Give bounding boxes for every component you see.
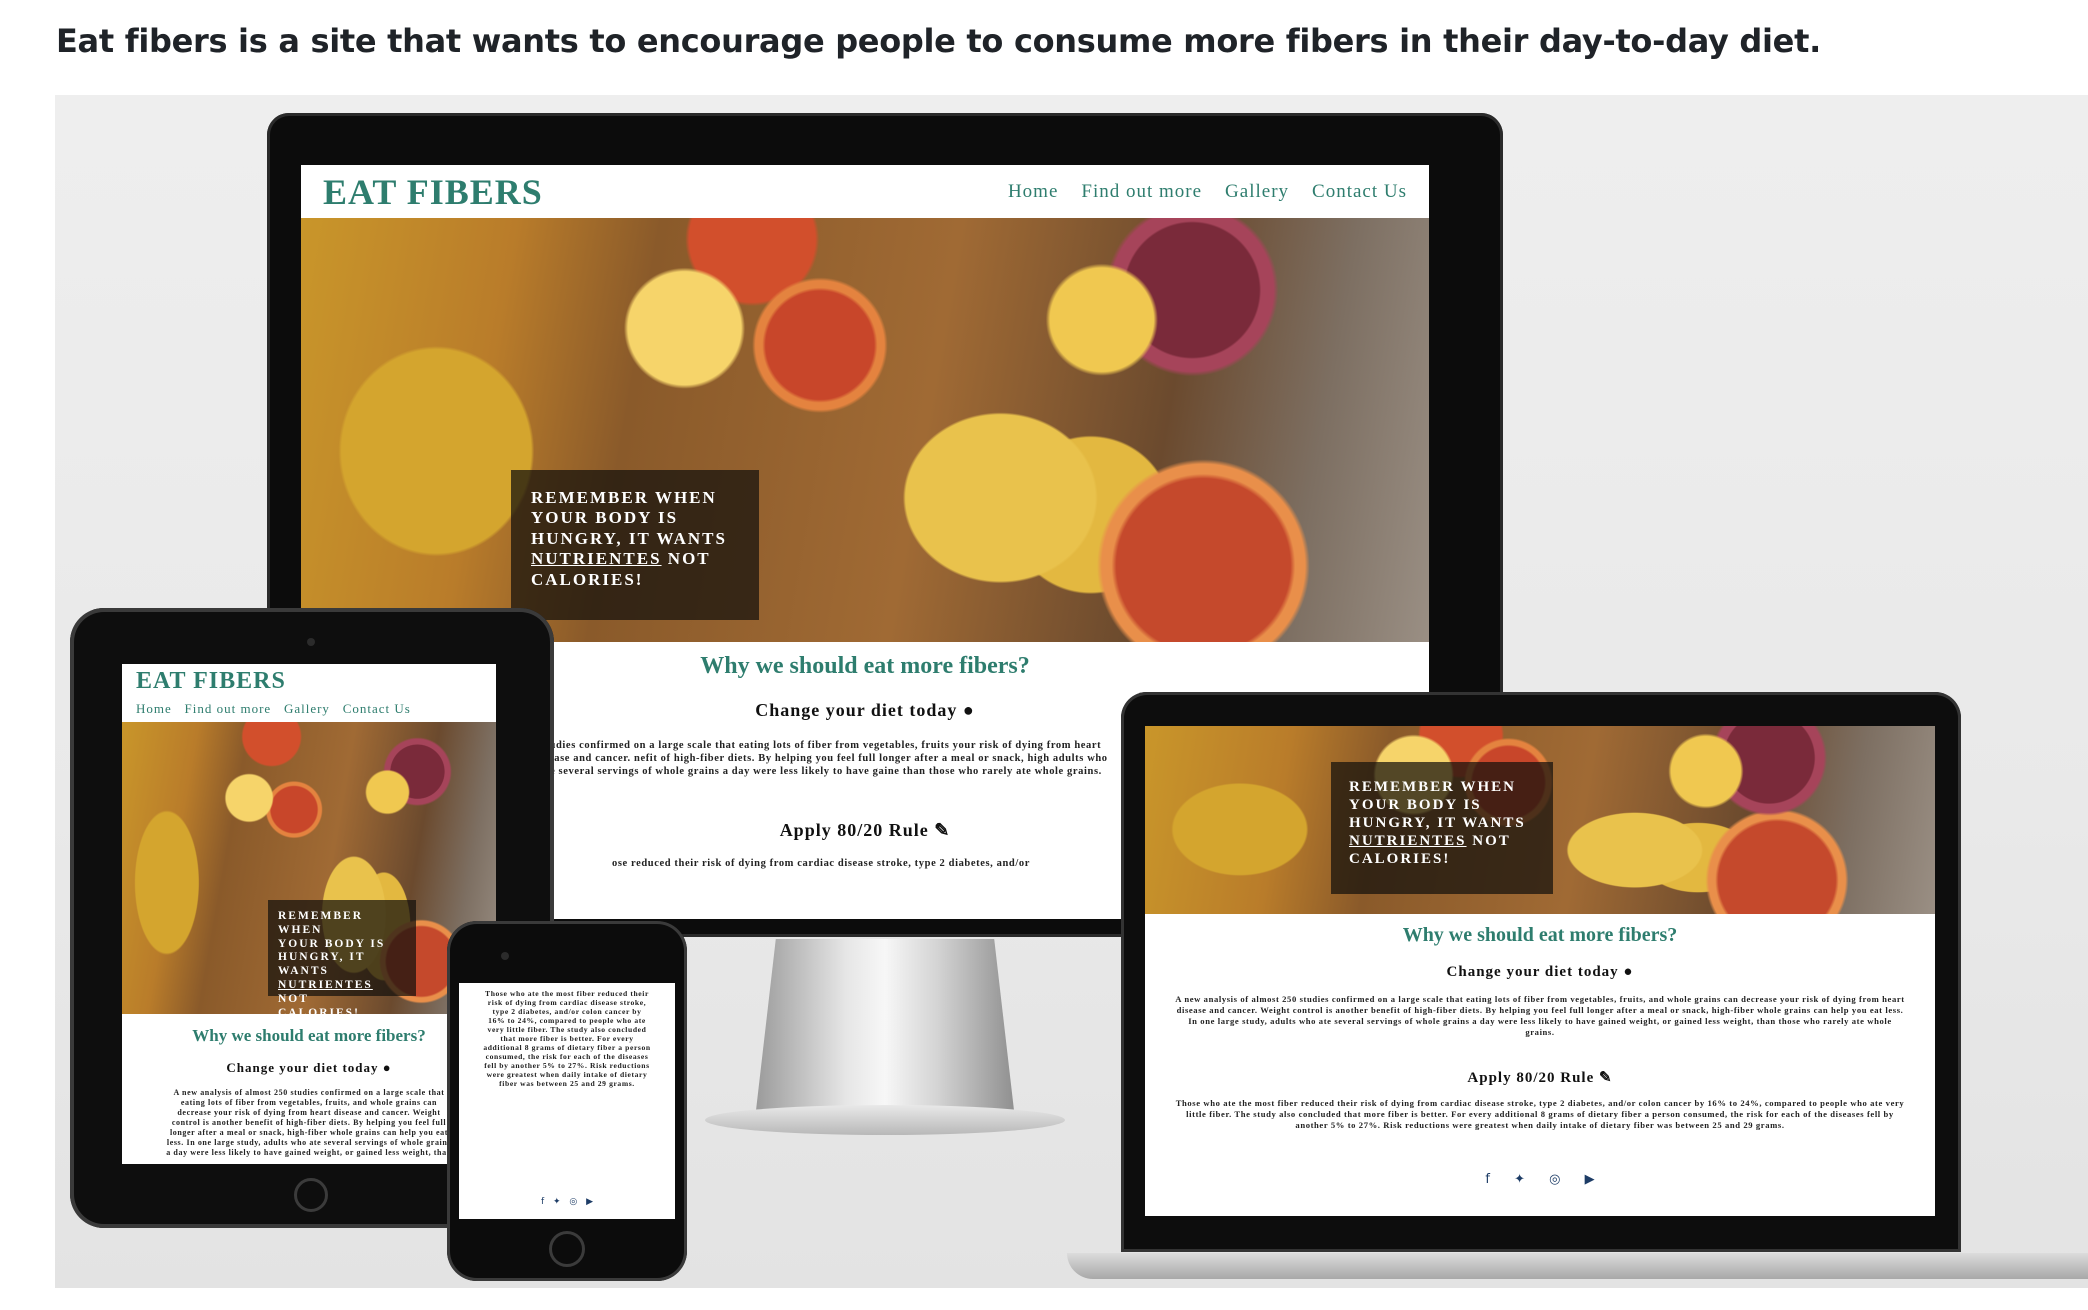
device-mockup-stage: EAT FIBERS Home Find out more Gallery Co… [55, 95, 2088, 1288]
tablet-nav-home[interactable]: Home [136, 701, 172, 716]
tablet-nav: Home Find out more Gallery Contact Us [136, 701, 411, 717]
apple-icon: ● [962, 700, 975, 720]
tablet-hero-quote: REMEMBER WHEN YOUR BODY IS HUNGRY, IT WA… [268, 900, 416, 1014]
apple-icon: ● [382, 1060, 392, 1075]
cut-paragraph: ose reduced their risk of dying from car… [612, 858, 1030, 869]
carrot-icon: ✎ [1599, 1070, 1613, 1086]
hero-image: REMEMBER WHEN YOUR BODY IS HUNGRY, IT WA… [301, 218, 1429, 642]
phone-paragraph: Those who ate the most fiber reduced the… [483, 989, 651, 1088]
youtube-icon[interactable]: ▶ [586, 1197, 593, 1207]
laptop-change-diet: Change your diet today ● [1446, 964, 1634, 980]
phone-social-links: f ✦ ◎ ▶ [459, 1197, 675, 1207]
monitor-base [705, 1105, 1065, 1135]
nav-gallery[interactable]: Gallery [1225, 181, 1289, 202]
monitor-stand [755, 939, 1015, 1119]
instagram-icon[interactable]: ◎ [569, 1197, 577, 1207]
tablet-nav-gallery[interactable]: Gallery [284, 701, 330, 716]
site-logo[interactable]: EAT FIBERS [323, 171, 543, 213]
tablet-logo[interactable]: EAT FIBERS [136, 668, 286, 695]
facebook-icon[interactable]: f [541, 1197, 544, 1207]
facebook-icon[interactable]: f [1485, 1172, 1490, 1187]
tablet-home-button[interactable] [294, 1178, 328, 1212]
hero-quote: REMEMBER WHEN YOUR BODY IS HUNGRY, IT WA… [511, 470, 759, 620]
page-caption: Eat fibers is a site that wants to encou… [56, 22, 1821, 60]
social-links: f ✦ ◎ ▶ [1145, 1172, 1935, 1187]
tablet-camera [307, 638, 315, 646]
tablet-nav-find[interactable]: Find out more [185, 701, 272, 716]
tablet-nav-contact[interactable]: Contact Us [343, 701, 411, 716]
phone-camera [501, 952, 509, 960]
carrot-icon: ✎ [934, 820, 951, 840]
twitter-icon[interactable]: ✦ [1514, 1172, 1525, 1187]
laptop-screen: REMEMBER WHEN YOUR BODY IS HUNGRY, IT WA… [1145, 726, 1935, 1216]
twitter-icon[interactable]: ✦ [553, 1197, 561, 1207]
phone-screen: Those who ate the most fiber reduced the… [459, 983, 675, 1219]
main-nav: Home Find out more Gallery Contact Us [1008, 181, 1407, 203]
tablet-change-diet: Change your diet today ● [226, 1060, 392, 1075]
nav-home[interactable]: Home [1008, 181, 1058, 202]
instagram-icon[interactable]: ◎ [1549, 1172, 1560, 1187]
laptop-device: REMEMBER WHEN YOUR BODY IS HUNGRY, IT WA… [1121, 692, 1961, 1252]
tablet-paragraph: A new analysis of almost 250 studies con… [166, 1088, 452, 1157]
laptop-apply-rule: Apply 80/20 Rule ✎ [1467, 1070, 1613, 1086]
nav-find-out-more[interactable]: Find out more [1081, 181, 1202, 202]
laptop-hero-image: REMEMBER WHEN YOUR BODY IS HUNGRY, IT WA… [1145, 726, 1935, 914]
phone-device: Those who ate the most fiber reduced the… [447, 921, 687, 1281]
tablet-screen: EAT FIBERS Home Find out more Gallery Co… [122, 664, 496, 1164]
nav-contact-us[interactable]: Contact Us [1312, 181, 1407, 202]
laptop-paragraph-1: A new analysis of almost 250 studies con… [1175, 994, 1905, 1037]
tablet-section-heading: Why we should eat more fibers? [192, 1026, 426, 1045]
apple-icon: ● [1623, 964, 1634, 980]
laptop-section-heading: Why we should eat more fibers? [1402, 924, 1678, 946]
laptop-base [1067, 1253, 2088, 1279]
phone-home-button[interactable] [549, 1231, 585, 1267]
intro-paragraph: studies confirmed on a large scale that … [534, 740, 1108, 777]
laptop-paragraph-2: Those who ate the most fiber reduced the… [1175, 1098, 1905, 1130]
laptop-hero-quote: REMEMBER WHEN YOUR BODY IS HUNGRY, IT WA… [1331, 762, 1553, 894]
youtube-icon[interactable]: ▶ [1585, 1172, 1595, 1187]
tablet-hero-image: REMEMBER WHEN YOUR BODY IS HUNGRY, IT WA… [122, 722, 496, 1014]
